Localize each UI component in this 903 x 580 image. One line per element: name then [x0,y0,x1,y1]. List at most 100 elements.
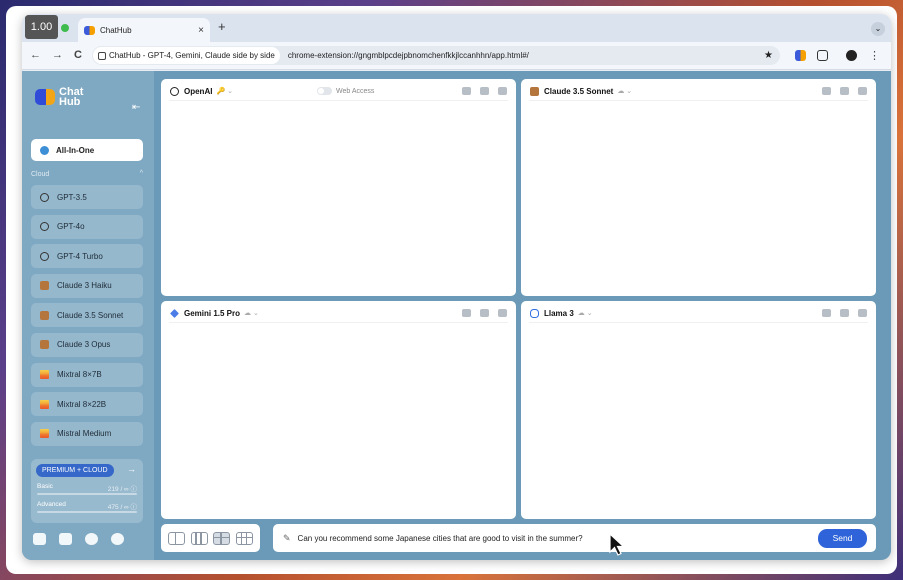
layout-six-grid-icon[interactable] [236,531,254,545]
divider [169,100,508,101]
sidebar-item-mixtral-8x7b[interactable]: Mixtral 8×7B [31,362,143,387]
site-info-chip[interactable]: ChatHub - GPT-4, Gemini, Claude side by … [93,47,280,64]
browser-menu-icon[interactable]: ⋮ [869,49,880,62]
omnibox[interactable]: ChatHub - GPT-4, Gemini, Claude side by … [92,46,780,65]
history-icon[interactable] [498,309,507,317]
anthropic-icon [40,281,49,291]
arrow-right-icon[interactable]: → [127,464,136,474]
message-input[interactable] [297,533,818,543]
panel-header: Gemini 1.5 Pro ☁ ⌄ [170,306,507,320]
sidebar-item-label: Mixtral 8×7B [57,370,102,380]
clear-conversation-icon[interactable] [480,309,489,317]
sidebar-item-gpt-4-turbo[interactable]: GPT-4 Turbo [31,244,143,269]
panel-actions [453,309,507,317]
tab-bar: 1.00 ChatHub × + ⌄ [22,14,891,42]
cloud-section-header[interactable]: Cloud ^ [31,170,143,178]
sidebar-item-label: GPT-4o [57,222,85,232]
sidebar-item-label: Mistral Medium [57,429,112,439]
window-zoom-button[interactable] [61,24,69,32]
collapse-sidebar-icon[interactable]: ⇤ [132,102,140,113]
bot-name[interactable]: Llama 3 [544,309,574,318]
usage-value: 475 / ∞ ⓘ [107,504,137,511]
feedback-icon[interactable] [59,533,72,545]
sidebar-item-mixtral-8x22b[interactable]: Mixtral 8×22B [31,392,143,417]
reload-icon[interactable]: C [74,49,82,61]
sidebar-item-mistral-medium[interactable]: Mistral Medium [31,421,143,446]
layout-two-columns-icon[interactable] [167,531,185,545]
forward-arrow-icon[interactable]: → [52,49,63,61]
sidebar-footer [33,533,137,545]
tab-close-icon[interactable]: × [198,25,204,36]
chevron-up-icon[interactable]: ^ [140,170,143,177]
share-icon[interactable] [822,309,831,317]
send-button[interactable]: Send [818,528,867,548]
toggle-switch[interactable] [317,87,332,95]
bot-name[interactable]: Claude 3.5 Sonnet [544,87,613,96]
back-arrow-icon[interactable]: ← [30,49,41,61]
gemini-icon [170,308,179,318]
prompt-library-icon[interactable]: ✎ [283,533,291,544]
chathub-favicon-icon [84,25,95,35]
history-icon[interactable] [858,309,867,317]
theme-palette-icon[interactable] [85,533,98,545]
panel-actions [453,87,507,95]
usage-label: Advanced [37,501,66,508]
clear-conversation-icon[interactable] [840,87,849,95]
bot-switcher-chevron-icon[interactable]: ☁ ⌄ [578,309,593,317]
sidebar-item-claude-3-5-sonnet[interactable]: Claude 3.5 Sonnet [31,303,143,328]
history-icon[interactable] [498,87,507,95]
bot-switcher-chevron-icon[interactable]: 🔑 ⌄ [216,87,233,95]
sidebar-item-label: Claude 3.5 Sonnet [57,310,124,320]
chathub-logo-icon [35,89,55,105]
share-icon[interactable] [462,309,471,317]
history-icon[interactable] [858,87,867,95]
share-icon[interactable] [822,87,831,95]
fps-overlay: 1.00 [25,15,58,39]
sidebar-item-gpt-3-5[interactable]: GPT-3.5 [31,185,143,209]
sidebar-item-gpt-4o[interactable]: GPT-4o [31,214,143,239]
sidebar-item-label: Claude 3 Haiku [57,281,112,291]
premium-usage-card: PREMIUM + CLOUD → Basic 219 / ∞ ⓘ Advanc… [31,459,143,523]
clear-conversation-icon[interactable] [840,309,849,317]
extensions-puzzle-icon[interactable] [817,50,828,61]
web-access-label: Web Access [336,87,375,95]
all-in-one-icon [40,145,49,155]
bookmark-star-icon[interactable]: ★ [764,50,773,61]
clear-conversation-icon[interactable] [480,87,489,95]
browser-window: 1.00 ChatHub × + ⌄ ← → C ChatHub - GPT-4… [22,14,891,560]
sidebar-item-claude-3-opus[interactable]: Claude 3 Opus [31,332,143,357]
new-tab-button[interactable]: + [218,19,226,34]
web-access-toggle[interactable]: Web Access [317,87,374,95]
premium-badge[interactable]: PREMIUM + CLOUD [36,464,114,477]
bot-name[interactable]: OpenAI [184,87,212,96]
divider [529,322,868,323]
chathub-extension-icon[interactable] [795,50,806,61]
profile-avatar-icon[interactable] [846,50,857,61]
divider [169,322,508,323]
layout-three-columns-icon[interactable] [190,531,208,545]
mistral-icon [40,429,49,439]
discord-icon[interactable] [33,533,46,545]
openai-icon [170,86,179,96]
bot-switcher-chevron-icon[interactable]: ☁ ⌄ [244,309,259,317]
bot-name[interactable]: Gemini 1.5 Pro [184,309,240,318]
tab-chathub[interactable]: ChatHub × [78,18,210,42]
url-text[interactable]: chrome-extension://gngmblpcdejpbnomchenf… [288,51,529,60]
sidebar-item-label: GPT-4 Turbo [57,251,103,261]
sidebar-item-all-in-one[interactable]: All-In-One [31,139,143,161]
sidebar-item-claude-3-haiku[interactable]: Claude 3 Haiku [31,273,143,298]
model-list: GPT-3.5 GPT-4o GPT-4 Turbo Claude 3 Haik… [31,185,143,451]
sidebar: Chat Hub ⇤ All-In-One Cloud ^ GPT-3.5 GP… [22,71,154,560]
usage-advanced: Advanced 475 / ∞ ⓘ [37,501,137,513]
tab-title: ChatHub [100,25,132,35]
bot-switcher-chevron-icon[interactable]: ☁ ⌄ [617,87,632,95]
usage-label: Basic [37,483,53,490]
settings-gear-icon[interactable] [111,533,124,545]
layout-four-grid-icon[interactable] [213,531,231,545]
extension-page-icon [98,51,106,60]
tab-search-button[interactable]: ⌄ [871,22,885,36]
chat-panel-claude: Claude 3.5 Sonnet ☁ ⌄ [521,79,876,296]
share-icon[interactable] [462,87,471,95]
cloud-header-label: Cloud [31,171,50,178]
sidebar-item-label: Claude 3 Opus [57,340,111,350]
